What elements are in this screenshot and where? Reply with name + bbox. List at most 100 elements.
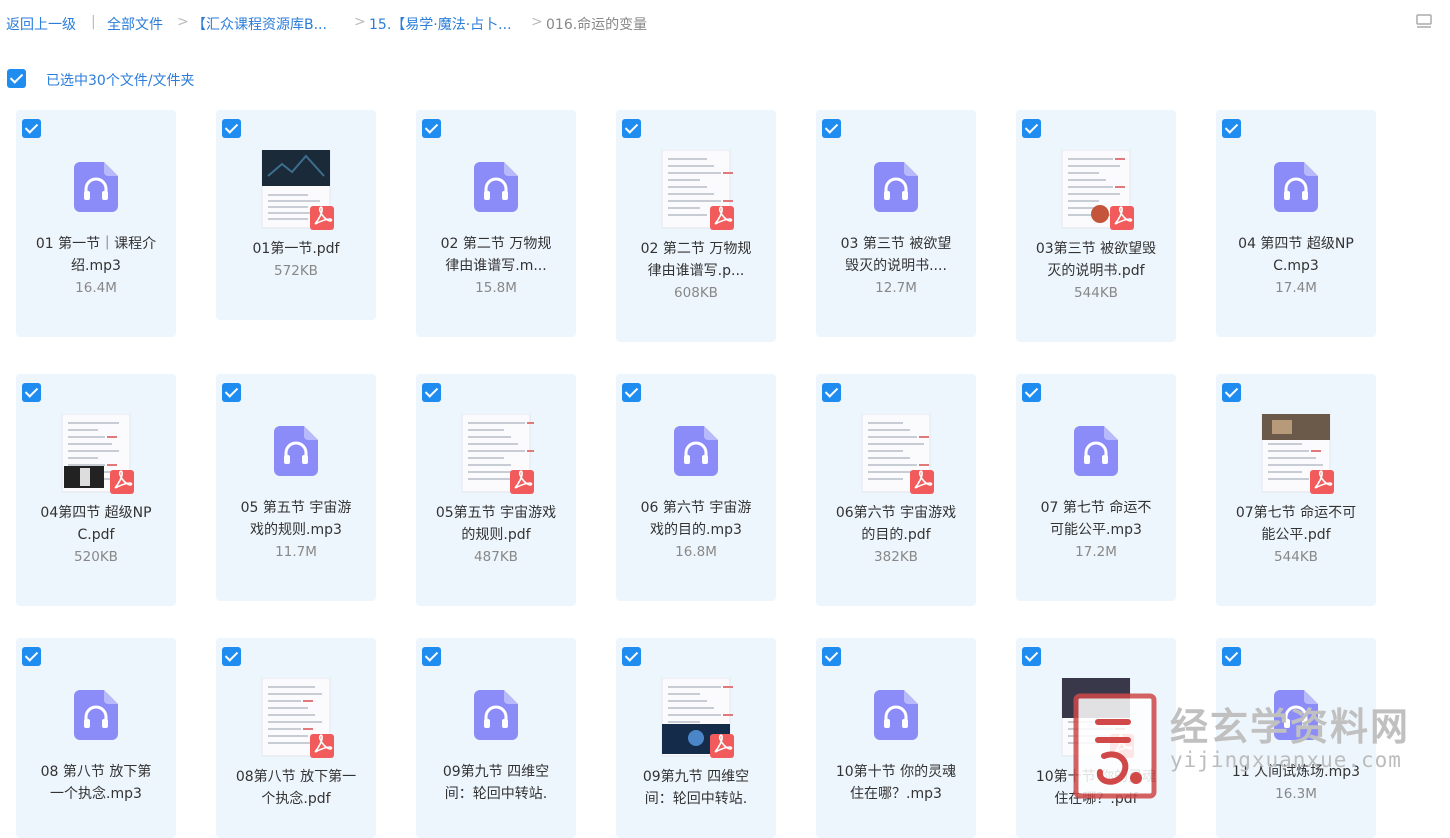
file-checkbox[interactable] xyxy=(422,647,441,666)
file-card[interactable]: 01 第一节｜课程介 绍.mp3 16.4M xyxy=(16,110,176,337)
file-name-line-2: 间：轮回中转站. xyxy=(644,791,748,807)
file-checkbox[interactable] xyxy=(622,383,641,402)
file-name-line-1: 07 第七节 命运不 xyxy=(1040,500,1152,516)
pdf-thumbnail-icon xyxy=(61,414,134,494)
file-size: 11.7M xyxy=(275,544,317,560)
file-name-line-1: 01第一节.pdf xyxy=(252,241,340,257)
file-name-line-2: 可能公平.mp3 xyxy=(1050,522,1142,538)
file-card[interactable]: 02 第二节 万物规 律由谁谱写.p... 608KB xyxy=(616,110,776,342)
file-name-line-2: 毁灭的说明书.... xyxy=(845,258,947,274)
file-name-line-2: 的规则.pdf xyxy=(461,527,531,543)
file-card[interactable]: 03 第三节 被欲望 毁灭的说明书.... 12.7M xyxy=(816,110,976,337)
file-checkbox[interactable] xyxy=(822,119,841,138)
file-checkbox[interactable] xyxy=(1222,647,1241,666)
file-name-line-1: 02 第二节 万物规 xyxy=(440,236,552,252)
file-size: 15.8M xyxy=(475,280,517,296)
file-card[interactable]: 04第四节 超级NP C.pdf 520KB xyxy=(16,374,176,606)
audio-file-icon xyxy=(474,690,518,740)
file-size: 12.7M xyxy=(875,280,917,296)
file-checkbox[interactable] xyxy=(1022,647,1041,666)
file-card[interactable]: 03第三节 被欲望毁 灭的说明书.pdf 544KB xyxy=(1016,110,1176,342)
file-name-line-1: 08 第八节 放下第 xyxy=(40,764,152,780)
file-name-line-1: 01 第一节｜课程介 xyxy=(35,236,157,252)
file-name-line-2: 律由谁谱写.m... xyxy=(445,258,547,274)
file-card[interactable]: 02 第二节 万物规 律由谁谱写.m... 15.8M xyxy=(416,110,576,337)
file-name-line-2: 灭的说明书.pdf xyxy=(1047,263,1145,279)
audio-file-icon xyxy=(874,690,918,740)
pdf-thumbnail-icon xyxy=(461,414,534,494)
file-name-line-2: 住在哪？.mp3 xyxy=(850,786,942,802)
file-checkbox[interactable] xyxy=(22,119,41,138)
file-checkbox[interactable] xyxy=(1022,383,1041,402)
file-name-line-1: 09第九节 四维空 xyxy=(442,764,550,780)
audio-file-icon xyxy=(274,426,318,476)
file-name-line-1: 05第五节 宇宙游戏 xyxy=(435,505,557,521)
file-size: 520KB xyxy=(74,549,118,565)
file-card[interactable]: 10第十节 你的灵魂 住在哪？.mp3 xyxy=(816,638,976,838)
file-checkbox[interactable] xyxy=(822,383,841,402)
file-size: 544KB xyxy=(1274,549,1318,565)
file-name-line-1: 05 第五节 宇宙游 xyxy=(240,500,352,516)
file-checkbox[interactable] xyxy=(622,647,641,666)
audio-file-icon xyxy=(1274,162,1318,212)
file-card[interactable]: 01第一节.pdf 572KB xyxy=(216,110,376,320)
file-checkbox[interactable] xyxy=(22,647,41,666)
file-size: 544KB xyxy=(1074,285,1118,301)
file-checkbox[interactable] xyxy=(1222,383,1241,402)
file-card[interactable]: 07第七节 命运不可 能公平.pdf 544KB xyxy=(1216,374,1376,606)
pdf-thumbnail-icon xyxy=(661,150,734,230)
file-name-line-1: 08第八节 放下第一 xyxy=(235,769,357,785)
file-name-line-1: 06第六节 宇宙游戏 xyxy=(835,505,957,521)
file-checkbox[interactable] xyxy=(422,119,441,138)
file-name-line-2: 能公平.pdf xyxy=(1261,527,1331,543)
file-checkbox[interactable] xyxy=(222,383,241,402)
file-card[interactable]: 09第九节 四维空 间：轮回中转站. xyxy=(616,638,776,838)
file-size: 487KB xyxy=(474,549,518,565)
audio-file-icon xyxy=(474,162,518,212)
file-name-line-1: 10第十节 你的灵魂 xyxy=(835,764,957,780)
watermark: 经玄学资料网 yijingxuanxue.com xyxy=(1070,692,1440,804)
watermark-logo xyxy=(1073,693,1157,799)
file-checkbox[interactable] xyxy=(22,383,41,402)
file-checkbox[interactable] xyxy=(1022,119,1041,138)
file-name-line-2: C.mp3 xyxy=(1273,258,1319,274)
watermark-title: 经玄学资料网 xyxy=(1170,705,1411,749)
file-size: 608KB xyxy=(674,285,718,301)
file-card[interactable]: 06第六节 宇宙游戏 的目的.pdf 382KB xyxy=(816,374,976,606)
file-checkbox[interactable] xyxy=(422,383,441,402)
file-name-line-2: 的目的.pdf xyxy=(861,527,931,543)
pdf-thumbnail-icon xyxy=(1261,414,1334,494)
file-name-line-1: 06 第六节 宇宙游 xyxy=(640,500,752,516)
audio-file-icon xyxy=(74,162,118,212)
file-name-line-1: 03第三节 被欲望毁 xyxy=(1035,241,1157,257)
file-card[interactable]: 06 第六节 宇宙游 戏的目的.mp3 16.8M xyxy=(616,374,776,601)
file-name-line-1: 02 第二节 万物规 xyxy=(640,241,752,257)
file-size: 572KB xyxy=(274,263,318,279)
file-name-line-1: 04 第四节 超级NP xyxy=(1238,236,1354,252)
pdf-thumbnail-icon xyxy=(661,678,734,758)
file-card[interactable]: 08 第八节 放下第 一个执念.mp3 xyxy=(16,638,176,838)
file-card[interactable]: 07 第七节 命运不 可能公平.mp3 17.2M xyxy=(1016,374,1176,601)
file-card[interactable]: 08第八节 放下第一 个执念.pdf xyxy=(216,638,376,838)
file-name-line-1: 09第九节 四维空 xyxy=(642,769,750,785)
file-size: 16.8M xyxy=(675,544,717,560)
file-card[interactable]: 05第五节 宇宙游戏 的规则.pdf 487KB xyxy=(416,374,576,606)
pdf-thumbnail-icon xyxy=(861,414,934,494)
file-name-line-1: 07第七节 命运不可 xyxy=(1235,505,1357,521)
pdf-thumbnail-icon xyxy=(261,678,334,758)
file-checkbox[interactable] xyxy=(222,119,241,138)
file-card[interactable]: 04 第四节 超级NP C.mp3 17.4M xyxy=(1216,110,1376,337)
file-card[interactable]: 09第九节 四维空 间：轮回中转站. xyxy=(416,638,576,838)
file-size: 17.2M xyxy=(1075,544,1117,560)
file-name-line-2: 绍.mp3 xyxy=(71,258,121,274)
audio-file-icon xyxy=(874,162,918,212)
file-checkbox[interactable] xyxy=(822,647,841,666)
file-name-line-2: 个执念.pdf xyxy=(261,791,331,807)
file-checkbox[interactable] xyxy=(1222,119,1241,138)
file-checkbox[interactable] xyxy=(222,647,241,666)
file-card[interactable]: 05 第五节 宇宙游 戏的规则.mp3 11.7M xyxy=(216,374,376,601)
audio-file-icon xyxy=(74,690,118,740)
watermark-url: yijingxuanxue.com xyxy=(1170,748,1402,772)
file-checkbox[interactable] xyxy=(622,119,641,138)
file-name-line-2: 律由谁谱写.p... xyxy=(647,263,745,279)
